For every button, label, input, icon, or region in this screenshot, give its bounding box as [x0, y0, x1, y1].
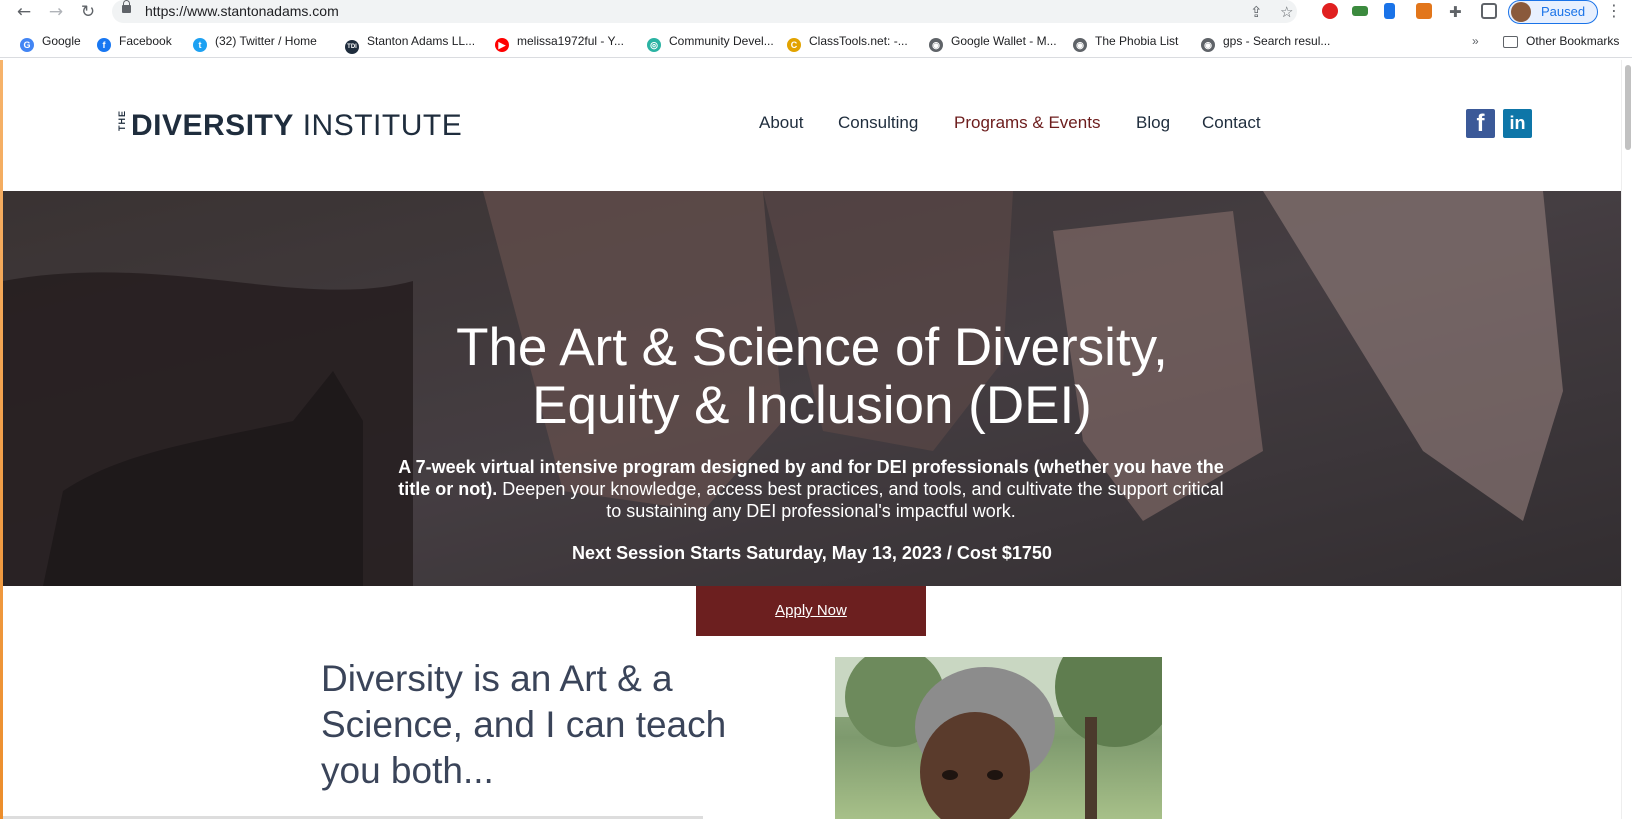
logo-institute: INSTITUTE	[293, 109, 463, 142]
other-bookmarks-label: Other Bookmarks	[1526, 34, 1620, 48]
hero-description-rest: Deepen your knowledge, access best pract…	[497, 479, 1224, 521]
tdi-icon: TDI	[345, 40, 359, 54]
logo-the: THE	[117, 110, 127, 131]
portrait-illustration	[835, 657, 1162, 819]
facebook-icon: f	[97, 38, 111, 52]
page-scrollbar[interactable]	[1621, 60, 1632, 819]
phone-extension-icon[interactable]	[1384, 3, 1395, 19]
bookmark-label: ClassTools.net: -...	[809, 34, 908, 48]
bookmark-item[interactable]: C ClassTools.net: -...	[787, 34, 908, 52]
bookmark-label: Facebook	[119, 34, 172, 48]
site-logo[interactable]: THE DIVERSITY INSTITUTE	[117, 109, 462, 143]
bookmark-label: (32) Twitter / Home	[215, 34, 317, 48]
twitter-icon: t	[193, 38, 207, 52]
bookmark-label: gps - Search resul...	[1223, 34, 1331, 48]
bookmark-item[interactable]: ◉ The Phobia List	[1073, 34, 1178, 52]
bookmarks-bar: G Google f Facebook t (32) Twitter / Home TDI S…	[0, 29, 1632, 58]
scrollbar-thumb[interactable]	[1625, 65, 1631, 150]
bookmark-item[interactable]: ◎ Community Devel...	[647, 34, 774, 52]
hero-banner: The Art & Science of Diversity, Equity &…	[3, 191, 1621, 586]
bookmark-label: Google Wallet - M...	[951, 34, 1057, 48]
globe-icon: ◉	[1073, 38, 1087, 52]
portrait-photo	[835, 657, 1162, 819]
next-session-info: Next Session Starts Saturday, May 13, 20…	[572, 543, 1052, 563]
bookmark-item[interactable]: ◉ gps - Search resul...	[1201, 34, 1330, 52]
hero-title: The Art & Science of Diversity, Equity &…	[3, 319, 1621, 435]
nav-blog[interactable]: Blog	[1136, 113, 1170, 133]
bookmark-item[interactable]: TDI Stanton Adams LL...	[345, 34, 475, 54]
bookmark-item[interactable]: G Google	[20, 34, 81, 52]
profile-button[interactable]: Paused	[1508, 0, 1598, 24]
nav-contact[interactable]: Contact	[1202, 113, 1261, 133]
money-extension-icon[interactable]	[1352, 6, 1368, 16]
bookmark-item[interactable]: f Facebook	[97, 34, 172, 52]
facebook-icon[interactable]: f	[1466, 109, 1495, 138]
bookmark-label: melissa1972ful - Y...	[517, 34, 624, 48]
youtube-icon: ▶	[495, 38, 509, 52]
nav-programs-events[interactable]: Programs & Events	[954, 113, 1100, 133]
bookmark-star-icon[interactable]: ☆	[1280, 3, 1293, 21]
bookmark-label: The Phobia List	[1095, 34, 1179, 48]
url-text[interactable]: https://www.stantonadams.com	[145, 3, 339, 19]
forward-arrow-icon[interactable]: →	[46, 2, 66, 22]
back-arrow-icon[interactable]: ←	[14, 2, 34, 22]
address-bar[interactable]: https://www.stantonadams.com	[112, 0, 1297, 23]
bookmark-item[interactable]: ◉ Google Wallet - M...	[929, 34, 1057, 52]
hero-description: A 7-week virtual intensive program desig…	[398, 456, 1224, 522]
nav-consulting[interactable]: Consulting	[838, 113, 918, 133]
side-panel-icon[interactable]	[1481, 3, 1497, 19]
classtools-icon: C	[787, 38, 801, 52]
globe-icon: ◉	[929, 38, 943, 52]
share-icon[interactable]: ⇪	[1250, 3, 1263, 21]
google-icon: G	[20, 38, 34, 52]
bookmark-label: Google	[42, 34, 81, 48]
bookmark-item[interactable]: t (32) Twitter / Home	[193, 34, 317, 52]
linkedin-icon[interactable]: in	[1503, 109, 1532, 138]
avatar	[1511, 2, 1531, 22]
hero-title-line1: The Art & Science of Diversity,	[456, 318, 1168, 377]
bookmark-label: Community Devel...	[669, 34, 774, 48]
opera-extension-icon[interactable]	[1322, 3, 1338, 19]
other-bookmarks-folder[interactable]: Other Bookmarks	[1503, 34, 1619, 48]
globe-icon: ◉	[1201, 38, 1215, 52]
hero-title-line2: Equity & Inclusion (DEI)	[532, 376, 1092, 435]
reload-icon[interactable]: ↻	[78, 2, 98, 22]
bookmark-item[interactable]: ▶ melissa1972ful - Y...	[495, 34, 624, 52]
intro-headline: Diversity is an Art & a Science, and I c…	[321, 658, 727, 791]
menu-kebab-icon[interactable]: ⋮	[1606, 1, 1622, 20]
profile-status: Paused	[1541, 4, 1586, 19]
logo-diversity: DIVERSITY	[131, 109, 294, 142]
more-bookmarks-chevron-icon[interactable]: »	[1472, 34, 1479, 48]
extensions-puzzle-icon[interactable]: ✚	[1449, 3, 1462, 21]
community-icon: ◎	[647, 38, 661, 52]
lock-icon	[122, 0, 131, 13]
apply-now-button[interactable]: Apply Now	[696, 586, 926, 636]
browser-toolbar: ← → ↻ https://www.stantonadams.com ⇪ ☆ ✚…	[0, 0, 1632, 24]
metamask-extension-icon[interactable]	[1416, 3, 1432, 19]
bookmark-label: Stanton Adams LL...	[367, 34, 476, 48]
nav-about[interactable]: About	[759, 113, 803, 133]
folder-icon	[1503, 36, 1518, 48]
site-header: THE DIVERSITY INSTITUTE About Consulting …	[3, 60, 1621, 191]
